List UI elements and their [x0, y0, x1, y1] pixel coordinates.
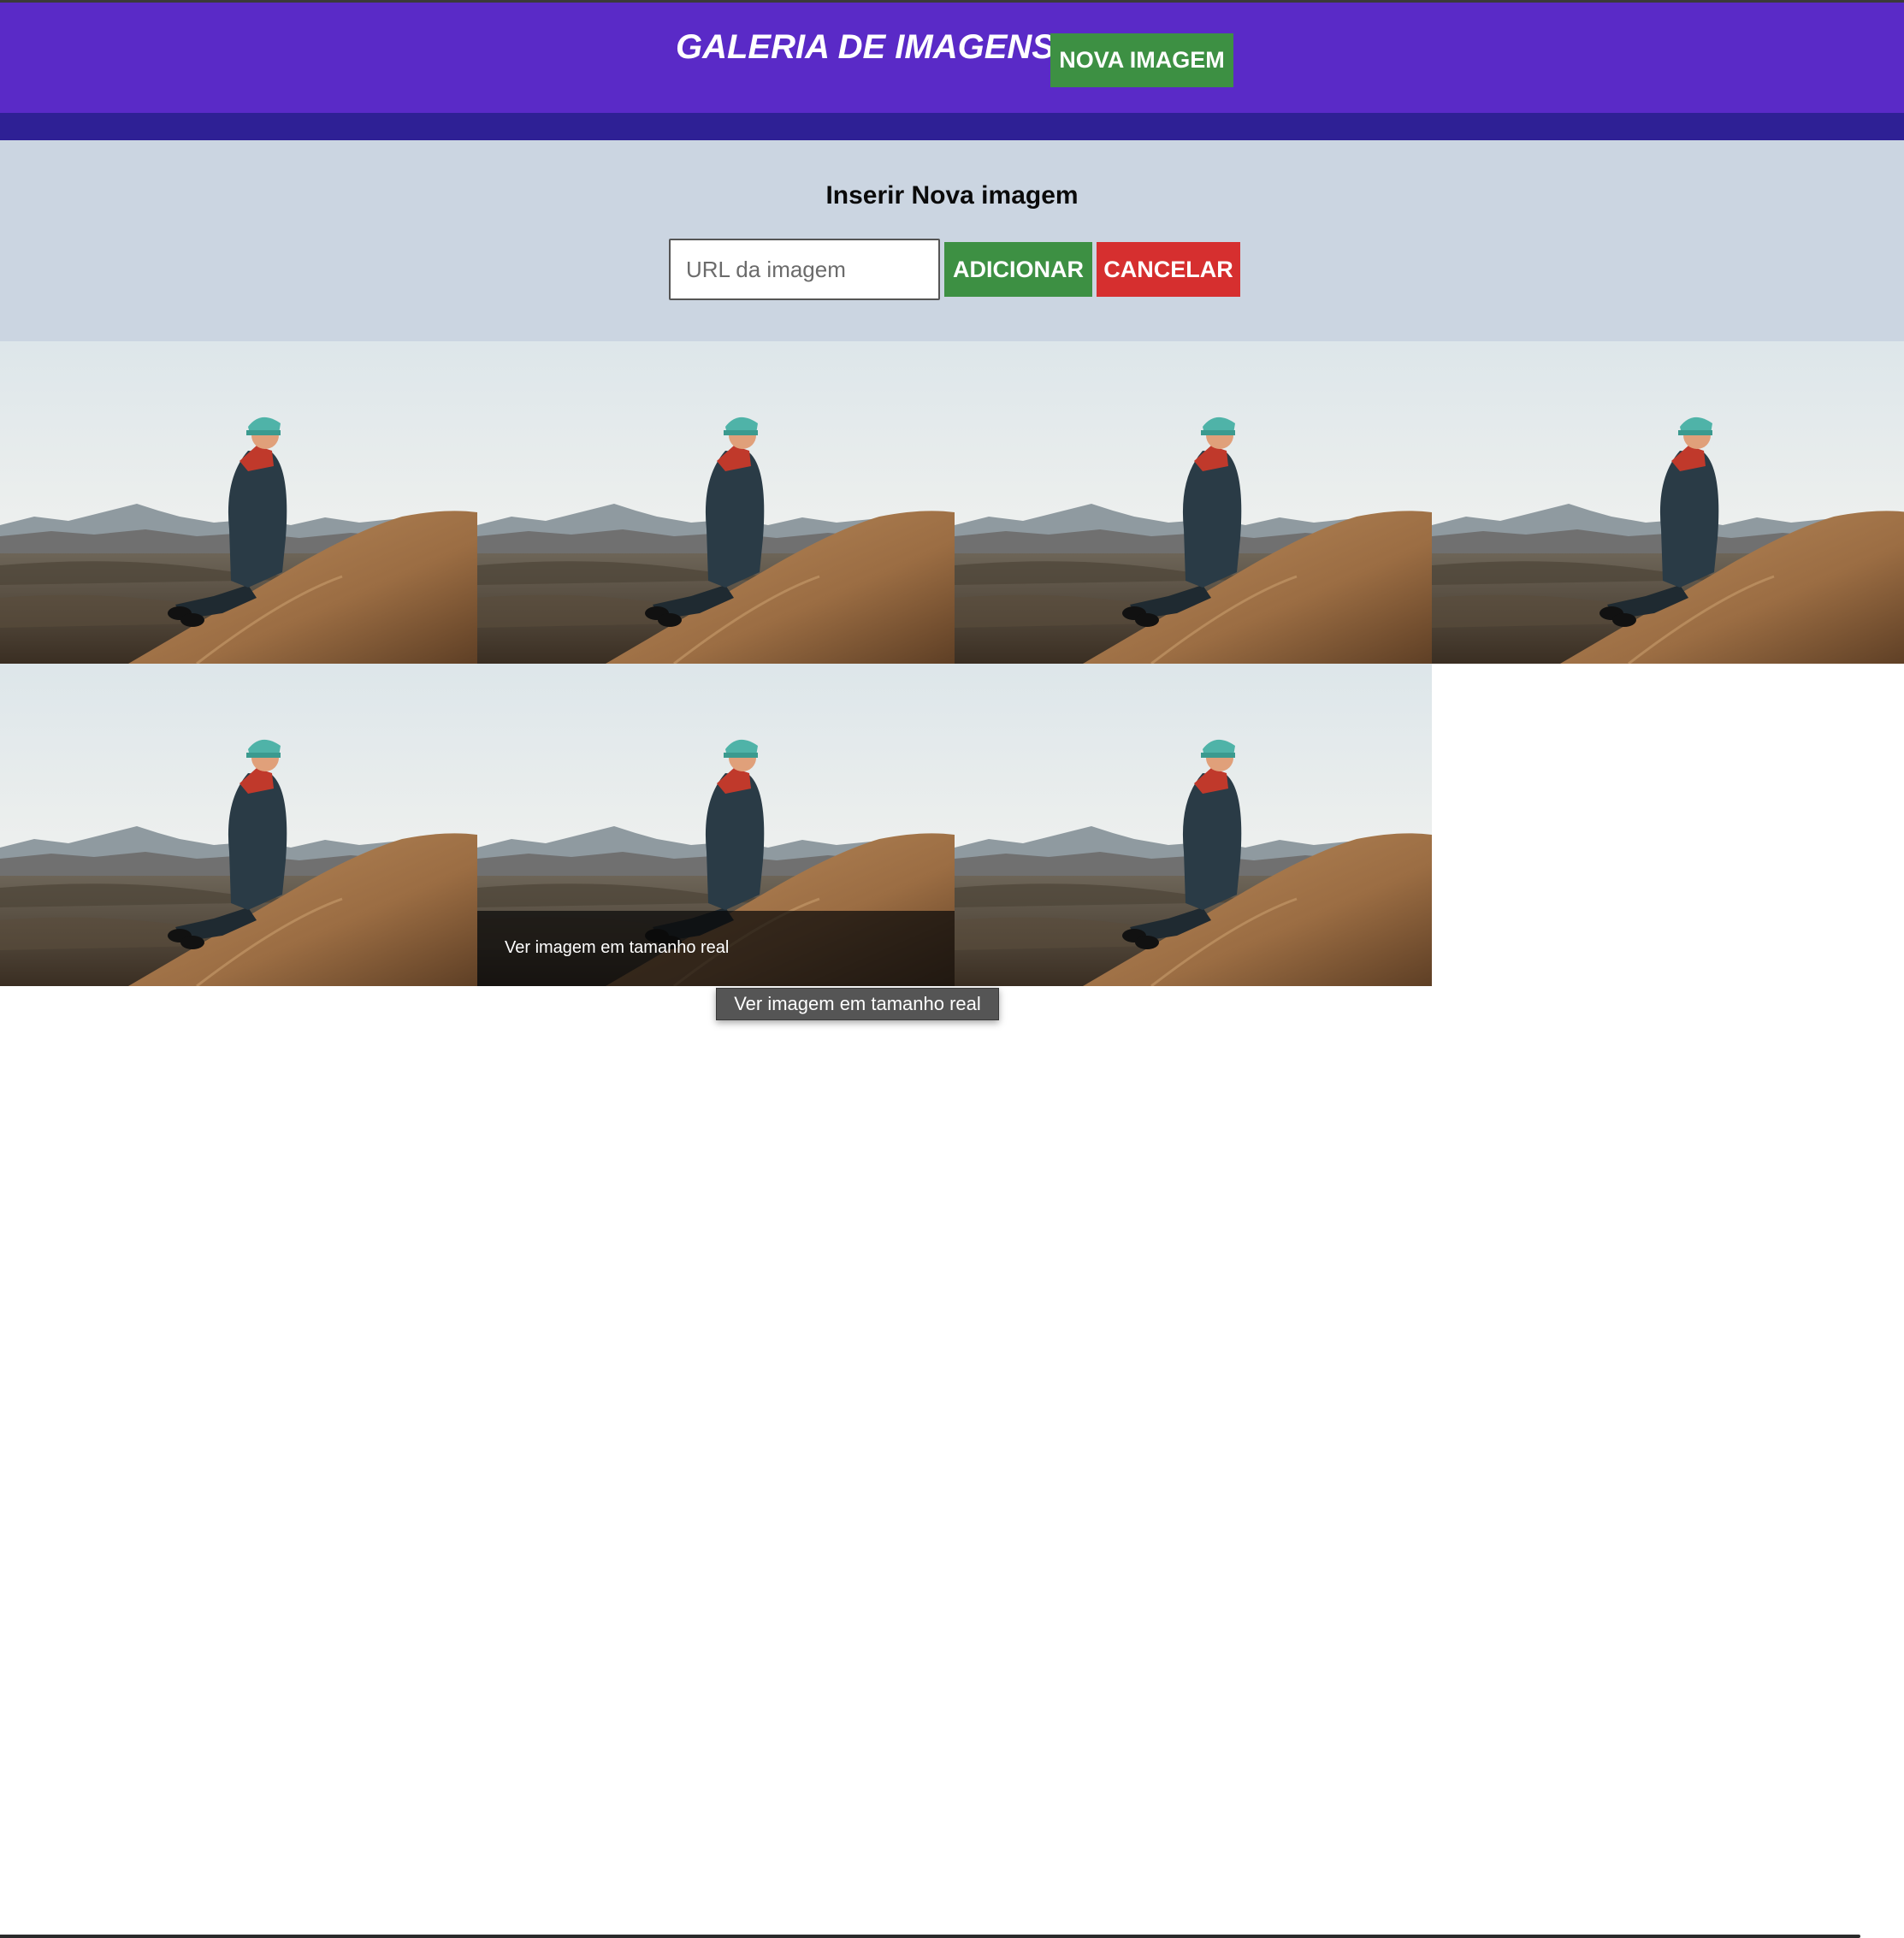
new-image-button[interactable]: NOVA IMAGEM [1050, 33, 1233, 87]
gallery-image[interactable] [0, 341, 477, 664]
add-button[interactable]: ADICIONAR [944, 242, 1092, 297]
page-title: GALERIA DE IMAGENS [676, 28, 1055, 66]
gallery-image[interactable] [955, 664, 1432, 986]
image-url-input[interactable] [669, 239, 940, 300]
view-full-size-link[interactable]: Ver imagem em tamanho real [505, 938, 729, 958]
image-caption-overlay[interactable]: Ver imagem em tamanho real [477, 911, 955, 986]
app-header: GALERIA DE IMAGENS NOVA IMAGEM [0, 3, 1904, 113]
form-title: Inserir Nova imagem [825, 181, 1079, 210]
desert-photo [955, 341, 1432, 664]
gallery-image[interactable] [477, 341, 955, 664]
window-bottom-border [0, 1935, 1860, 1938]
desert-photo [477, 341, 955, 664]
desert-photo [0, 341, 477, 664]
image-gallery: Ver imagem em tamanho real [0, 341, 1904, 986]
gallery-image-hovered[interactable]: Ver imagem em tamanho real [477, 664, 955, 986]
header-subbar [0, 113, 1904, 140]
new-image-form: Inserir Nova imagem [0, 140, 1904, 341]
desert-photo [1432, 341, 1904, 664]
cancel-button[interactable]: CANCELAR [1097, 242, 1240, 297]
gallery-image[interactable] [0, 664, 477, 986]
gallery-image[interactable] [955, 341, 1432, 664]
desert-photo [955, 664, 1432, 986]
desert-photo [0, 664, 477, 986]
gallery-image[interactable] [1432, 341, 1904, 664]
tooltip: Ver imagem em tamanho real [716, 988, 999, 1020]
